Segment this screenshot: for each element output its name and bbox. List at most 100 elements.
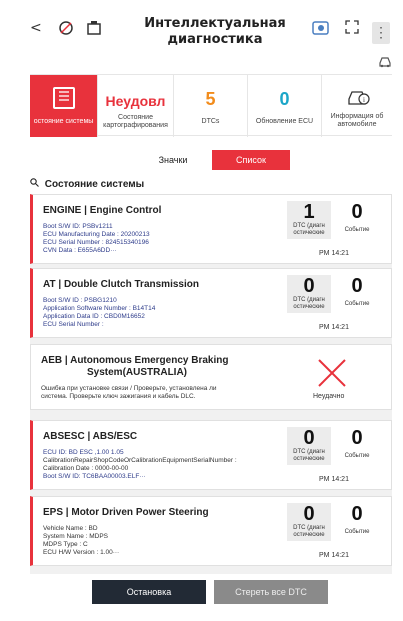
dtc-counter-label: DTC (диагн (293, 297, 325, 303)
system-card-absesc[interactable]: ABSESC | ABS/ESC ECU ID: BD ESC ,1.00 1.… (30, 420, 392, 490)
card-detail-line: Boot S/W ID : PSBG1210 (43, 297, 117, 304)
event-count: 0 (351, 201, 363, 223)
dtc-counter-label: DTC (диагн (293, 449, 325, 455)
card-message-line: Ошибка при установке связи / Проверьте, … (41, 385, 217, 392)
event-count: 0 (351, 275, 363, 297)
event-counter[interactable]: 0 Событие (335, 503, 379, 541)
system-card-aeb[interactable]: AEB | Autonomous Emergency Braking Syste… (30, 344, 392, 410)
dtc-counter-label: DTC (диагн (293, 525, 325, 531)
clear-all-dtc-button[interactable]: Стереть все DTC (214, 580, 328, 604)
card-timestamp: PM 14:21 (319, 250, 349, 257)
event-counter[interactable]: 0 Событие (335, 427, 379, 465)
back-icon[interactable]: < (30, 20, 42, 36)
cancel-comm-icon[interactable] (58, 20, 74, 40)
tile-label: Информация об автомобиле (322, 113, 392, 129)
card-title: AEB | Autonomous Emergency Braking Syste… (41, 355, 271, 379)
svg-text:i: i (363, 96, 365, 104)
fullscreen-icon[interactable] (345, 20, 359, 38)
tile-label-line: автомобиле (337, 121, 377, 128)
card-detail-line: Application Software Number : B14T14 (43, 305, 156, 312)
dtc-counter-label: остические (293, 456, 325, 462)
bottom-action-bar: Остановка Стереть все DTC (30, 578, 392, 606)
system-card-engine[interactable]: ENGINE | Engine Control Boot S/W ID: PSB… (30, 194, 392, 264)
dtc-counter[interactable]: 0 DTC (диагн остические (287, 503, 331, 541)
card-detail-line: MDPS Type : C (43, 541, 88, 548)
event-counter-label: Событие (344, 529, 370, 535)
tile-mapping-status[interactable]: Неудовл Состояние картографирования (98, 75, 174, 137)
card-details: ECU ID: BD ESC ,1.00 1.05 CalibrationRep… (43, 449, 293, 481)
tile-label: Обновление ECU (255, 118, 314, 125)
summary-tiles: остояние системы Неудовл Состояние карто… (30, 74, 392, 137)
card-title: ENGINE | Engine Control (43, 205, 162, 216)
card-details: Boot S/W ID : PSBG1210 Application Softw… (43, 297, 283, 329)
car-icon[interactable] (378, 56, 392, 71)
dtc-count: 0 (303, 275, 315, 297)
dtc-counter-label: остические (293, 532, 325, 538)
card-detail-line: Calibration Date : 0000-00-00 (43, 465, 129, 472)
dtc-counter[interactable]: 1 DTC (диагн остические (287, 201, 331, 239)
tile-label: остояние системы (33, 118, 94, 125)
list-icon (52, 87, 75, 109)
dtc-counter[interactable]: 0 DTC (диагн остические (287, 427, 331, 465)
title-line-2: диагностика (167, 32, 263, 47)
section-title-text: Состояние системы (44, 179, 145, 190)
event-counter[interactable]: 0 Событие (335, 201, 379, 239)
system-card-eps[interactable]: EPS | Motor Driven Power Steering Vehicl… (30, 496, 392, 566)
title-line-1: Интеллектуальная (144, 16, 286, 31)
help-icon[interactable] (312, 20, 330, 40)
card-detail-line: Application Data ID : CBD0M16652 (43, 313, 145, 320)
section-title: Состояние системы (30, 178, 144, 190)
dtc-counter-label: остические (293, 304, 325, 310)
card-details: Boot S/W ID: PSBv1211 ECU Manufacturing … (43, 223, 283, 255)
page-title: Интеллектуальная диагностика (130, 16, 300, 48)
tile-label-line: картографирования (103, 122, 168, 129)
card-detail-line: System Name : MDPS (43, 533, 109, 540)
tile-ecu-update[interactable]: 0 Обновление ECU (248, 75, 322, 137)
card-detail-line: Vehicle Name : BD (43, 525, 98, 532)
event-counter-label: Событие (344, 301, 370, 307)
fail-icon (316, 357, 348, 394)
toggle-icons[interactable]: Значки (134, 150, 212, 170)
event-counter-label: Событие (344, 227, 370, 233)
vci-icon[interactable] (86, 20, 102, 40)
card-title: ABSESC | ABS/ESC (43, 431, 138, 442)
card-detail-line: CalibrationRepairShopCodeOrCalibrationEq… (43, 457, 237, 464)
view-toggle: Значки Список (134, 150, 290, 170)
system-list[interactable]: ENGINE | Engine Control Boot S/W ID: PSB… (30, 194, 392, 574)
event-count: 0 (351, 427, 363, 449)
tile-label: DTCs (201, 118, 220, 125)
tile-system-status[interactable]: остояние системы (30, 75, 98, 137)
toggle-list[interactable]: Список (212, 150, 290, 170)
dtc-count: 1 (303, 201, 315, 223)
dtc-counter[interactable]: 0 DTC (диагн остические (287, 275, 331, 313)
vehicle-info-icon: i (346, 87, 370, 109)
card-title-line: AEB | Autonomous Emergency Braking (41, 355, 229, 366)
dtc-counter-label: DTC (диагн (293, 223, 325, 229)
tile-value: 5 (205, 89, 216, 109)
card-title-line: System(AUSTRALIA) (87, 367, 188, 378)
card-title: EPS | Motor Driven Power Steering (43, 507, 209, 518)
dtc-counter-label: остические (293, 230, 325, 236)
tile-value: Неудовл (105, 93, 166, 109)
tile-label: Состояние картографирования (98, 114, 173, 130)
card-detail-line: ECU Manufacturing Date : 20200213 (43, 231, 150, 238)
card-details: Vehicle Name : BD System Name : MDPS MDP… (43, 525, 283, 557)
app-header: < Интеллектуальная диагностика ⋮ (0, 0, 403, 68)
card-detail-line: ECU H/W Version : 1.00··· (43, 549, 120, 556)
tile-label-line: Информация об (330, 113, 384, 120)
tile-dtcs[interactable]: 5 DTCs (174, 75, 248, 137)
card-timestamp: PM 14:21 (319, 552, 349, 559)
system-card-at[interactable]: AT | Double Clutch Transmission Boot S/W… (30, 268, 392, 338)
tile-vehicle-info[interactable]: i Информация об автомобиле (322, 75, 392, 137)
tile-value: 0 (279, 89, 290, 109)
card-title: AT | Double Clutch Transmission (43, 279, 199, 290)
event-counter[interactable]: 0 Событие (335, 275, 379, 313)
tile-label-line: Состояние (118, 114, 153, 121)
card-timestamp: PM 14:21 (319, 324, 349, 331)
card-detail-line: Boot S/W ID: TC6BAA00003.ELF··· (43, 473, 146, 480)
stop-button[interactable]: Остановка (92, 580, 206, 604)
event-count: 0 (351, 503, 363, 525)
card-detail-line: Boot S/W ID: PSBv1211 (43, 223, 113, 230)
card-detail-line: CVN Data : E655A6DD··· (43, 247, 117, 254)
menu-icon[interactable]: ⋮ (372, 22, 390, 44)
